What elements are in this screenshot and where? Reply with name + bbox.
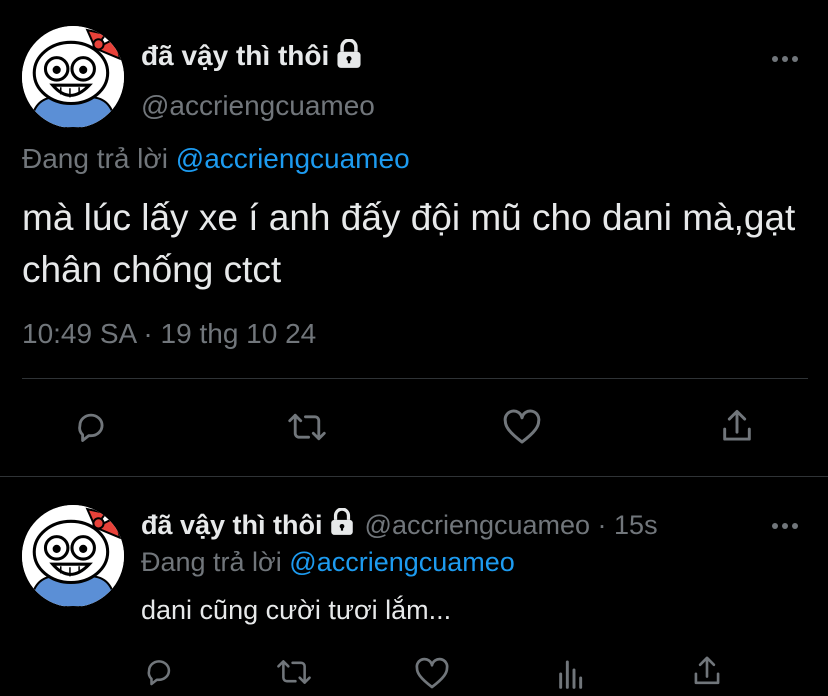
reply-context: Đang trả lời @accriengcuameo: [141, 547, 515, 578]
lock-icon: [329, 506, 355, 543]
divider: [22, 378, 808, 379]
handle[interactable]: @accriengcuameo: [141, 90, 375, 122]
more-icon[interactable]: [770, 519, 800, 538]
reply-context: Đang trả lời @accriengcuameo: [22, 143, 410, 175]
lock-icon: [335, 37, 363, 74]
avatar[interactable]: [22, 26, 124, 128]
tweet-text: dani cũng cười tươi lắm...: [141, 595, 452, 625]
reply-tweet[interactable]: đã vậy thì thôi @accriengcuameo · 15s Đa…: [0, 477, 828, 691]
main-tweet: đã vậy thì thôi @accriengcuameo Đang trả…: [0, 0, 828, 476]
like-icon[interactable]: [502, 408, 542, 451]
share-icon[interactable]: [690, 653, 724, 694]
avatar[interactable]: [22, 505, 124, 607]
retweet-icon[interactable]: [274, 655, 314, 694]
reply-icon[interactable]: [72, 408, 110, 451]
retweet-icon[interactable]: [285, 408, 329, 451]
more-icon[interactable]: [770, 52, 800, 71]
reply-prefix: Đang trả lời: [22, 143, 168, 174]
like-icon[interactable]: [414, 657, 450, 695]
reply-prefix: Đang trả lời: [141, 547, 282, 577]
display-name[interactable]: đã vậy thì thôi: [141, 510, 323, 541]
reply-mention-link[interactable]: @accriengcuameo: [289, 547, 515, 577]
name-row: đã vậy thì thôi: [141, 37, 363, 74]
reply-icon[interactable]: [142, 655, 176, 694]
tweet-timestamp[interactable]: 10:49 SA · 19 thg 10 24: [22, 318, 316, 350]
display-name[interactable]: đã vậy thì thôi: [141, 40, 329, 72]
reply-mention-link[interactable]: @accriengcuameo: [176, 143, 410, 174]
name-row: đã vậy thì thôi @accriengcuameo · 15s: [141, 506, 658, 543]
analytics-icon[interactable]: [554, 657, 586, 696]
handle-and-time[interactable]: @accriengcuameo · 15s: [365, 510, 658, 541]
share-icon[interactable]: [718, 406, 756, 451]
tweet-text: mà lúc lấy xe í anh đấy đội mũ cho dani …: [22, 197, 796, 290]
